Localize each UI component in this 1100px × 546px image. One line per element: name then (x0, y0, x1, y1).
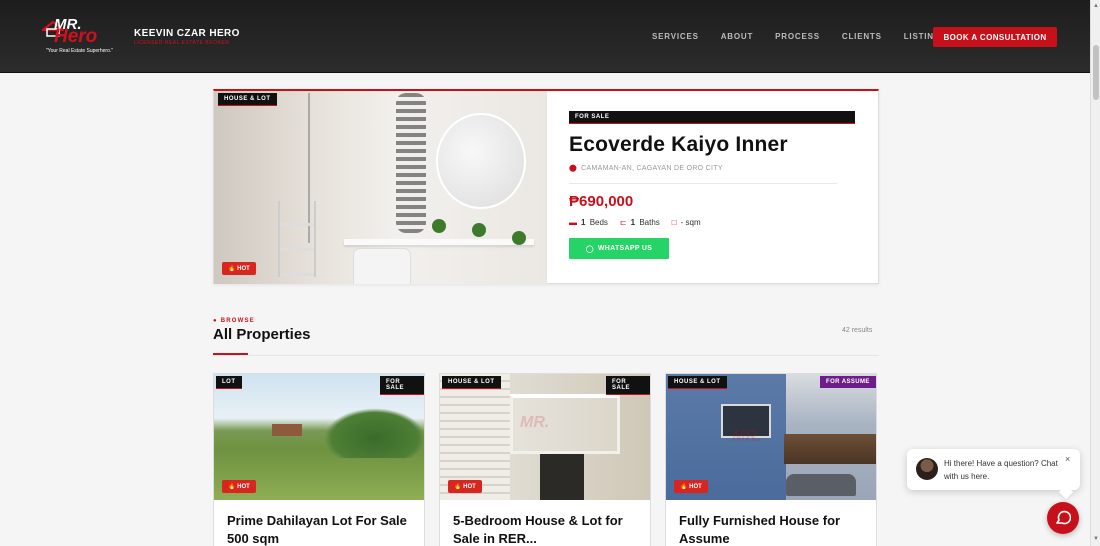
brand-name: KEEVIN CZAR HERO (134, 28, 240, 39)
nav-process[interactable]: PROCESS (775, 32, 820, 41)
trees (324, 408, 424, 458)
main-nav: SERVICES ABOUT PROCESS CLIENTS LISTING (652, 32, 963, 41)
beds-spec: ▬ 1 Beds (569, 218, 608, 227)
property-location: ⬤ CAMAMAN-AN, CAGAYAN DE ORO CITY (569, 164, 859, 172)
chat-icon (1056, 510, 1071, 525)
beds-label: Beds (589, 218, 608, 227)
nav-services[interactable]: SERVICES (652, 32, 699, 41)
potted-plant (512, 231, 526, 245)
section-accent-underline (213, 353, 248, 355)
nav-about[interactable]: ABOUT (721, 32, 753, 41)
category-badge: HOUSE & LOT (442, 376, 501, 389)
area-spec: □ - sqm (672, 218, 701, 227)
chat-launcher-button[interactable] (1047, 502, 1079, 534)
property-card-title[interactable]: Prime Dahilayan Lot For Sale 500 sqm (227, 512, 417, 546)
watermark-logo: MR. (520, 414, 550, 431)
bath-icon: ⊏ (619, 218, 627, 227)
potted-plant (432, 219, 446, 233)
hot-badge: 🔥 HOT (448, 480, 482, 493)
property-card[interactable]: LOT FOR SALE 🔥 HOT Prime Dahilayan Lot F… (213, 373, 425, 546)
scroll-down-arrow-icon[interactable]: ▼ (1093, 536, 1099, 542)
category-badge: HOUSE & LOT (668, 376, 727, 389)
property-card-title[interactable]: 5-Bedroom House & Lot for Sale in RER... (453, 512, 643, 546)
property-card-image[interactable]: LOT FOR SALE 🔥 HOT (214, 374, 424, 500)
status-badge: FOR SALE (380, 376, 424, 395)
property-title[interactable]: Ecoverde Kaiyo Inner (569, 133, 859, 157)
hanging-plant (396, 93, 426, 233)
round-mirror (436, 113, 526, 209)
property-card-image[interactable]: MR. HOUSE & LOT FOR SALE 🔥 HOT (440, 374, 650, 500)
hot-badge: 🔥 HOT (222, 480, 256, 493)
brand-block: KEEVIN CZAR HERO LICENSED REAL ESTATE BR… (134, 28, 240, 46)
category-badge: HOUSE & LOT (218, 93, 277, 106)
hot-badge: 🔥 HOT (222, 262, 256, 275)
status-badge: FOR SALE (569, 111, 855, 124)
area-count: - (680, 218, 684, 227)
location-pin-icon: ⬤ (569, 165, 578, 172)
category-badge: LOT (216, 376, 242, 389)
whatsapp-button[interactable]: ◯ WHATSAPP US (569, 238, 669, 259)
toilet (354, 249, 410, 284)
divider (569, 183, 837, 184)
site-header: MR. Hero "Your Real Estate Superhero." K… (0, 0, 1090, 73)
location-text: CAMAMAN-AN, CAGAYAN DE ORO CITY (581, 165, 723, 172)
close-icon[interactable]: × (1065, 454, 1070, 464)
shelf (344, 239, 534, 245)
baths-spec: ⊏ 1 Baths (620, 218, 660, 227)
baths-label: Baths (639, 218, 660, 227)
book-consultation-button[interactable]: BOOK A CONSULTATION (933, 27, 1057, 47)
property-specs: ▬ 1 Beds ⊏ 1 Baths □ - sqm (569, 218, 859, 227)
beds-count: 1 (581, 218, 586, 227)
scrollbar-thumb[interactable] (1093, 45, 1099, 100)
chat-prompt-bubble[interactable]: Hi there! Have a question? Chat with us … (907, 449, 1080, 500)
nav-clients[interactable]: CLIENTS (842, 32, 882, 41)
page-scrollbar[interactable]: ▲ ▼ (1090, 0, 1100, 546)
featured-property-info: FOR SALE Ecoverde Kaiyo Inner ⬤ CAMAMAN-A… (569, 111, 859, 259)
potted-plant (472, 223, 486, 237)
property-card-image[interactable]: MR. HOUSE & LOT FOR ASSUME 🔥 HOT (666, 374, 876, 500)
area-icon: □ (671, 218, 677, 227)
status-badge: FOR ASSUME (820, 376, 876, 388)
section-eyebrow: ● BROWSE (213, 318, 255, 324)
parked-car (786, 474, 856, 496)
featured-property-image[interactable]: HOUSE & LOT 🔥 HOT (214, 91, 547, 284)
chat-message: Hi there! Have a question? Chat with us … (944, 459, 1058, 481)
section-divider (213, 355, 879, 356)
whatsapp-label: WHATSAPP US (597, 245, 653, 252)
baths-count: 1 (630, 218, 636, 227)
doorway (540, 454, 584, 500)
neighbor-roof (784, 434, 876, 464)
property-price: ₱690,000 (569, 193, 634, 210)
distant-house (272, 424, 302, 436)
area-label: sqm (685, 218, 701, 227)
whatsapp-icon: ◯ (585, 245, 594, 253)
agent-avatar (916, 458, 938, 480)
corner-rack (278, 201, 316, 277)
brand-subtitle: LICENSED REAL ESTATE BROKER (134, 40, 230, 46)
site-logo[interactable]: MR. Hero "Your Real Estate Superhero." (42, 16, 122, 58)
status-badge: FOR SALE (606, 376, 650, 395)
logo-tagline: "Your Real Estate Superhero." (46, 48, 114, 54)
section-title: All Properties (213, 326, 311, 343)
chat-bubble-tail (1058, 484, 1074, 500)
bed-icon: ▬ (569, 218, 577, 227)
property-card-title[interactable]: Fully Furnished House for Assume (679, 512, 869, 546)
scroll-up-arrow-icon[interactable]: ▲ (1093, 3, 1099, 9)
results-count: 42 results (842, 327, 873, 334)
watermark-logo: MR. (732, 428, 762, 445)
logo-hero-text: Hero (54, 26, 98, 47)
hot-badge: 🔥 HOT (674, 480, 708, 493)
property-card[interactable]: MR. HOUSE & LOT FOR ASSUME 🔥 HOT Fully F… (665, 373, 877, 546)
featured-property-card[interactable]: HOUSE & LOT 🔥 HOT FOR SALE Ecoverde Kaiy… (213, 89, 879, 284)
property-card[interactable]: MR. HOUSE & LOT FOR SALE 🔥 HOT 5-Bedroom… (439, 373, 651, 546)
